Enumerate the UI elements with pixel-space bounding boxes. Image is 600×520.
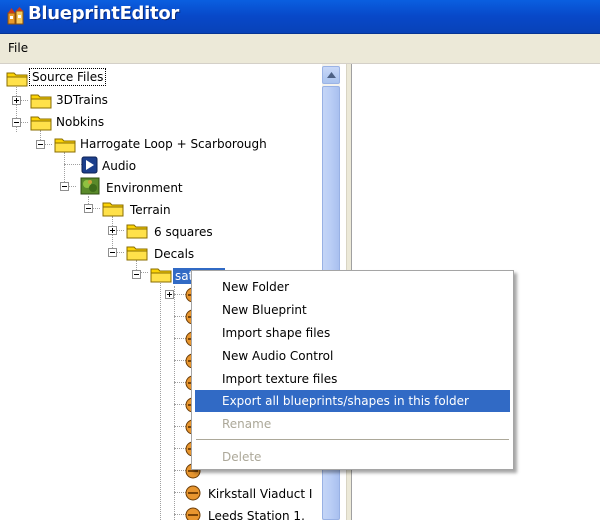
expand-toggle[interactable]: [108, 226, 117, 235]
folder-icon: [126, 221, 148, 239]
folder-icon: [30, 113, 52, 131]
menu-item-import-texture-files[interactable]: Import texture files: [195, 368, 510, 390]
folder-icon: [30, 91, 52, 109]
tree-node-3dtrains[interactable]: 3DTrains: [54, 92, 110, 108]
app-icon: [6, 6, 26, 26]
expand-toggle[interactable]: [165, 290, 174, 299]
collapse-toggle[interactable]: [36, 140, 45, 149]
menu-item-new-audio-control[interactable]: New Audio Control: [195, 345, 510, 367]
folder-icon: [150, 265, 172, 283]
tree-node-6-squares[interactable]: 6 squares: [152, 224, 215, 240]
chevron-up-icon: [327, 72, 336, 78]
tree-node-terrain[interactable]: Terrain: [128, 202, 173, 218]
menu-item-delete: Delete: [222, 450, 262, 464]
collapse-toggle[interactable]: [132, 270, 141, 279]
tree-node-harrogate-loop[interactable]: Harrogate Loop + Scarborough: [78, 136, 269, 152]
menu-item-export-all[interactable]: Export all blueprints/shapes in this fol…: [195, 390, 510, 412]
tree-node-nobkins[interactable]: Nobkins: [54, 114, 106, 130]
tree-node-audio[interactable]: Audio: [100, 158, 138, 174]
tree-node-decals[interactable]: Decals: [152, 246, 196, 262]
collapse-toggle[interactable]: [84, 204, 93, 213]
expand-toggle[interactable]: [12, 96, 21, 105]
menu-item-rename: Rename: [222, 417, 272, 431]
blueprint-icon: [184, 506, 204, 520]
collapse-toggle[interactable]: [60, 182, 69, 191]
folder-icon: [126, 243, 148, 261]
audio-icon: [80, 156, 100, 174]
menu-item-new-blueprint[interactable]: New Blueprint: [195, 299, 510, 321]
menu-item-import-shape-files[interactable]: Import shape files: [195, 322, 510, 344]
window-title: BlueprintEditor: [28, 3, 179, 24]
folder-icon: [54, 135, 76, 153]
context-menu: New Folder New Blueprint Import shape fi…: [191, 270, 514, 470]
environment-icon: [80, 177, 100, 195]
menu-file[interactable]: File: [8, 41, 28, 56]
tree-node-environment[interactable]: Environment: [104, 180, 185, 196]
title-bar[interactable]: BlueprintEditor: [0, 0, 600, 34]
collapse-toggle[interactable]: [108, 248, 117, 257]
scroll-up-button[interactable]: [322, 66, 340, 84]
tree-node-kirkstall-viaduct[interactable]: Kirkstall Viaduct I: [206, 486, 314, 502]
folder-icon: [102, 199, 124, 217]
menu-item-new-folder[interactable]: New Folder: [195, 276, 510, 298]
blueprint-icon: [184, 484, 204, 502]
collapse-toggle[interactable]: [12, 118, 21, 127]
blueprint-editor-window: BlueprintEditor File Source Files 3DTrai…: [0, 0, 600, 520]
menu-separator: [196, 439, 509, 440]
menu-bar: File: [0, 34, 600, 64]
folder-icon: [6, 69, 28, 87]
tree-node-source-files[interactable]: Source Files: [28, 68, 107, 86]
tree-node-leeds-station[interactable]: Leeds Station 1,: [206, 508, 307, 520]
